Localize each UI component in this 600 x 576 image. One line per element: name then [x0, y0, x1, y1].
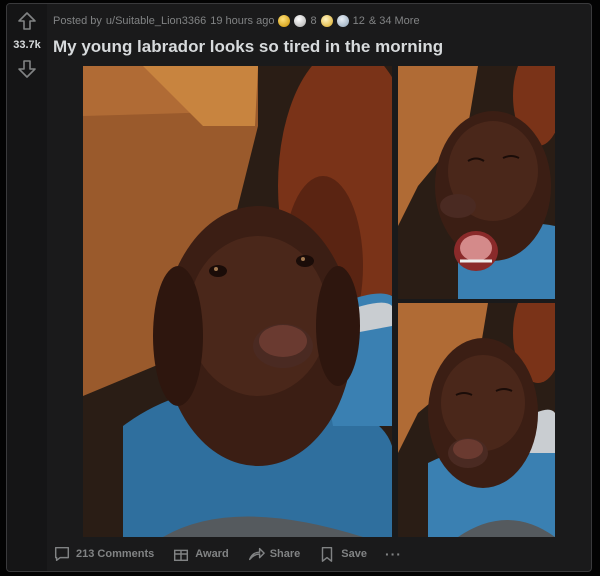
share-button[interactable]: Share: [247, 545, 301, 563]
more-awards-link[interactable]: & 34 More: [369, 15, 420, 27]
downvote-button[interactable]: [16, 58, 38, 80]
downvote-arrow-icon: [18, 60, 36, 78]
save-label: Save: [341, 548, 367, 560]
gift-icon: [174, 549, 189, 562]
author-link[interactable]: u/Suitable_Lion3366: [106, 15, 206, 27]
bookmark-icon: [322, 546, 333, 562]
share-label: Share: [269, 548, 301, 560]
vote-column: 33.7k: [7, 4, 47, 571]
comments-button[interactable]: 213 Comments: [53, 545, 154, 563]
posted-by-label: Posted by: [53, 15, 102, 27]
vote-score: 33.7k: [13, 39, 41, 51]
comment-icon: [54, 546, 70, 562]
award-count: 12: [352, 15, 365, 27]
helpful-award-icon[interactable]: [336, 15, 349, 27]
dog-photo-image: [83, 66, 392, 537]
wholesome-award-icon[interactable]: [320, 15, 333, 27]
labrador-photo-yawning[interactable]: [398, 66, 555, 299]
gold-award-icon[interactable]: [278, 15, 291, 27]
dog-photo-image: [398, 66, 555, 299]
post-meta: Posted by u/Suitable_Lion3366 19 hours a…: [53, 14, 420, 28]
labrador-photo-sleepy[interactable]: [398, 303, 555, 537]
share-arrow-icon: [248, 547, 265, 561]
more-options-button[interactable]: ···: [385, 546, 402, 562]
upvote-button[interactable]: [16, 10, 38, 32]
image-gallery[interactable]: [83, 66, 555, 537]
award-button[interactable]: Award: [172, 545, 229, 563]
labrador-photo-large[interactable]: [83, 66, 392, 537]
post-title[interactable]: My young labrador looks so tired in the …: [53, 37, 443, 57]
comments-count: 213 Comments: [76, 548, 155, 560]
more-options-icon: ···: [384, 546, 402, 562]
post-timestamp[interactable]: 19 hours ago: [210, 15, 274, 27]
save-button[interactable]: Save: [318, 545, 367, 563]
silver-award-icon[interactable]: [294, 15, 307, 27]
upvote-arrow-icon: [18, 12, 36, 30]
dog-photo-image: [398, 303, 555, 537]
award-count: 8: [310, 15, 317, 27]
post-actions: 213 Comments Award Share Save ···: [53, 541, 402, 567]
award-label: Award: [195, 548, 229, 560]
post-card: 33.7k Posted by u/Suitable_Lion3366 19 h…: [6, 3, 592, 572]
